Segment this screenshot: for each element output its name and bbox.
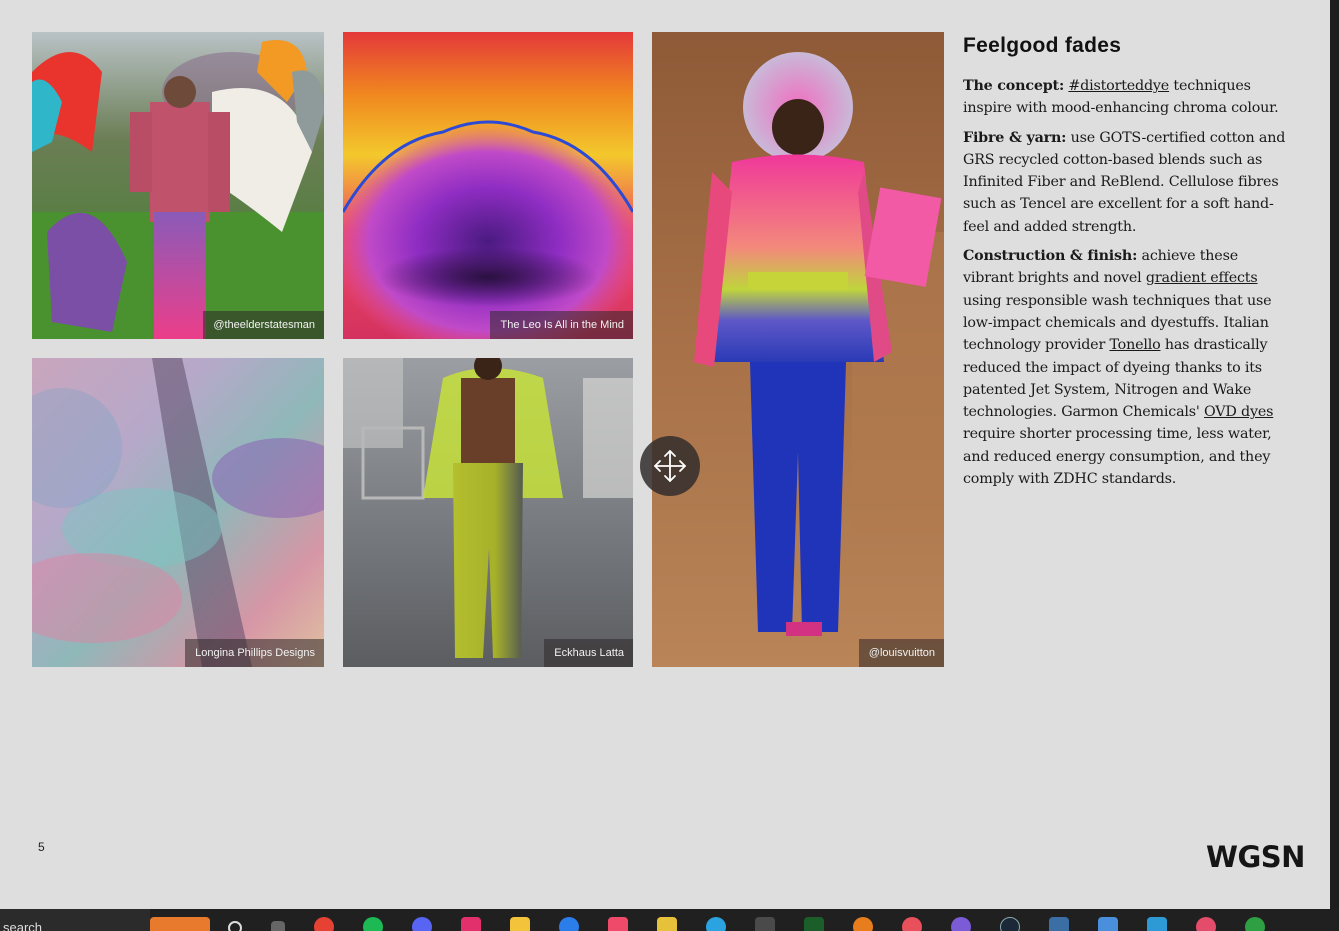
construction-label: Construction & finish:	[963, 248, 1138, 265]
ovd-dyes-link[interactable]: OVD dyes	[1204, 404, 1273, 420]
plant-icon[interactable]	[804, 917, 824, 931]
instagram-icon[interactable]	[461, 917, 481, 931]
telegram-icon[interactable]	[706, 917, 726, 931]
photo-caption: The Leo Is All in the Mind	[490, 311, 633, 339]
scrollbar[interactable]	[1330, 0, 1339, 909]
fibre-paragraph: Fibre & yarn: use GOTS-certified cotton …	[963, 127, 1293, 238]
music-icon[interactable]	[608, 917, 628, 931]
chrome-icon[interactable]	[314, 917, 334, 931]
tonello-link[interactable]: Tonello	[1109, 337, 1160, 353]
taskbar-search[interactable]: search	[0, 909, 150, 931]
photo-elderstatesman[interactable]: @theelderstatesman	[32, 32, 324, 339]
photo-eckhaus-latta-art	[343, 358, 633, 667]
app-icon-3[interactable]	[951, 917, 971, 931]
text-column: Feelgood fades The concept: #distorteddy…	[963, 34, 1293, 497]
concept-paragraph: The concept: #distorteddye techniques in…	[963, 75, 1293, 120]
task-view-icon[interactable]	[271, 921, 285, 931]
steam-icon[interactable]	[1000, 917, 1020, 931]
photo-elderstatesman-art	[32, 32, 324, 339]
photo-caption: @theelderstatesman	[203, 311, 324, 339]
file-explorer-icon[interactable]	[510, 917, 530, 931]
fibre-label: Fibre & yarn:	[963, 129, 1067, 146]
photo-louisvuitton[interactable]: @louisvuitton	[652, 32, 944, 667]
taskbar: search	[0, 909, 1339, 931]
network-icon[interactable]	[1147, 917, 1167, 931]
section-title: Feelgood fades	[963, 34, 1122, 57]
concept-label: The concept:	[963, 78, 1065, 94]
presentation-page: @theelderstatesman The Leo Is All in the…	[0, 0, 1330, 909]
construction-paragraph: Construction & finish: achieve these vib…	[963, 245, 1293, 490]
photo-caption: Longina Phillips Designs	[185, 639, 324, 667]
move-handle[interactable]	[640, 436, 700, 496]
photo-leo-mind-art	[343, 32, 633, 339]
calculator-icon[interactable]	[755, 917, 775, 931]
spotify-icon[interactable]	[363, 917, 383, 931]
photo-eckhaus-latta[interactable]: Eckhaus Latta	[343, 358, 633, 667]
widgets-icon[interactable]	[150, 917, 210, 931]
discord-icon[interactable]	[412, 917, 432, 931]
wgsn-logo: WGSN	[1206, 840, 1305, 874]
app-icon-4[interactable]	[1049, 917, 1069, 931]
move-icon	[654, 450, 686, 482]
distorteddye-link[interactable]: #distorteddye	[1068, 78, 1169, 94]
record-icon[interactable]	[1196, 917, 1216, 931]
gradient-effects-link[interactable]: gradient effects	[1146, 270, 1258, 286]
photo-longina-phillips-art	[32, 358, 324, 667]
photo-leo-mind[interactable]: The Leo Is All in the Mind	[343, 32, 633, 339]
blender-icon[interactable]	[853, 917, 873, 931]
page-number: 5	[38, 840, 45, 854]
photo-caption: Eckhaus Latta	[544, 639, 633, 667]
photo-caption: @louisvuitton	[858, 639, 944, 667]
play-icon[interactable]	[1098, 917, 1118, 931]
construction-text-4: require shorter processing time, less wa…	[963, 426, 1272, 488]
app-icon[interactable]	[657, 917, 677, 931]
xbox-icon[interactable]	[1245, 917, 1265, 931]
photo-longina-phillips[interactable]: Longina Phillips Designs	[32, 358, 324, 667]
search-icon[interactable]	[228, 921, 242, 931]
mail-icon[interactable]	[559, 917, 579, 931]
photo-louisvuitton-art	[652, 32, 944, 667]
app-icon-2[interactable]	[902, 917, 922, 931]
